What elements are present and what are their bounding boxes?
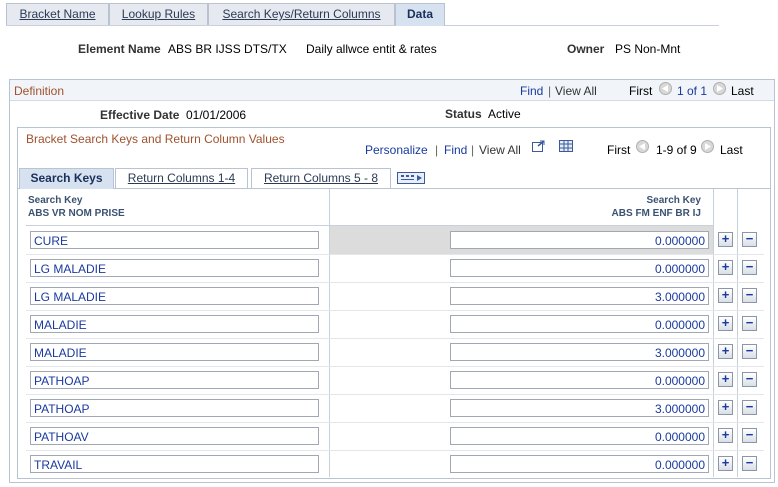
grid-tab-return-columns-1-4[interactable]: Return Columns 1-4 <box>115 168 248 188</box>
download-grid-icon[interactable] <box>559 140 573 152</box>
grid-find-link[interactable]: Find <box>444 143 467 157</box>
element-name-label: Element Name <box>78 42 161 56</box>
definition-first-label: First <box>629 84 653 98</box>
grid-tab-label: Return Columns 1-4 <box>127 171 236 185</box>
grid-title: Bracket Search Keys and Return Column Va… <box>26 132 285 146</box>
search-key-input[interactable]: LG MALADIE <box>30 287 319 305</box>
search-key-value-input[interactable]: 0.000000 <box>450 315 709 333</box>
owner-value: PS Non-Mnt <box>615 42 681 56</box>
previous-arrow-icon[interactable] <box>636 140 649 153</box>
definition-last-label: Last <box>731 84 754 98</box>
delete-row-button[interactable]: − <box>742 344 757 359</box>
separator: | <box>471 143 475 157</box>
separator: | <box>435 143 439 157</box>
tab-label: Lookup Rules <box>121 7 196 21</box>
new-window-icon[interactable] <box>532 140 546 152</box>
search-key-value-input[interactable]: 0.000000 <box>450 427 709 445</box>
grid-last-label: Last <box>720 143 743 157</box>
definition-find-link[interactable]: Find <box>520 84 543 98</box>
table-row: PATHOAV 0.000000 + − <box>26 422 764 451</box>
add-row-button[interactable]: + <box>718 344 733 359</box>
add-row-button[interactable]: + <box>718 260 733 275</box>
grid-tab-label: Search Keys <box>30 171 103 185</box>
add-row-button[interactable]: + <box>718 428 733 443</box>
table-row: PATHOAP 3.000000 + − <box>26 394 764 423</box>
tab-label: Bracket Name <box>19 7 96 21</box>
tab-label: Search Keys/Return Columns <box>222 7 381 21</box>
grid-tab-label: Return Columns 5 - 8 <box>263 171 379 185</box>
grid-tab-return-columns-5-8[interactable]: Return Columns 5 - 8 <box>251 168 391 188</box>
delete-row-button[interactable]: − <box>742 372 757 387</box>
add-row-button[interactable]: + <box>718 456 733 471</box>
column-header-line: Search Key <box>646 195 701 206</box>
delete-row-button[interactable]: − <box>742 316 757 331</box>
table-row: LG MALADIE 0.000000 + − <box>26 254 764 283</box>
search-key-value-input[interactable]: 3.000000 <box>450 399 709 417</box>
column-header-line: ABS FM ENF BR IJ <box>611 208 701 219</box>
tab-data[interactable]: Data <box>395 3 445 26</box>
tab-label: Data <box>406 7 433 21</box>
grid-view-all-link[interactable]: View All <box>479 143 521 157</box>
effective-date-label: Effective Date <box>100 108 180 122</box>
separator: | <box>548 84 552 98</box>
delete-row-button[interactable]: − <box>742 288 757 303</box>
search-key-input[interactable]: MALADIE <box>30 343 319 361</box>
definition-pager: 1 of 1 <box>677 84 708 98</box>
grid-tabs: Search Keys Return Columns 1-4 Return Co… <box>18 168 770 189</box>
next-arrow-icon[interactable] <box>713 82 726 95</box>
next-arrow-icon[interactable] <box>701 140 714 153</box>
search-key-value-input[interactable]: 0.000000 <box>450 231 709 249</box>
column-header-line: Search Key <box>28 195 83 206</box>
show-all-columns-icon[interactable] <box>397 172 425 184</box>
search-key-input[interactable]: TRAVAIL <box>30 455 319 473</box>
search-key-value-input[interactable]: 3.000000 <box>450 343 709 361</box>
add-row-button[interactable]: + <box>718 288 733 303</box>
search-key-value-input[interactable]: 0.000000 <box>450 371 709 389</box>
grid-pager: 1-9 of 9 <box>656 143 697 157</box>
add-row-button[interactable]: + <box>718 316 733 331</box>
search-key-value-input[interactable]: 0.000000 <box>450 455 709 473</box>
search-key-input[interactable]: MALADIE <box>30 315 319 333</box>
delete-row-button[interactable]: − <box>742 428 757 443</box>
delete-row-button[interactable]: − <box>742 232 757 247</box>
column-header-search-key-2[interactable]: Search Key ABS FM ENF BR IJ <box>330 189 713 226</box>
column-header-search-key-1[interactable]: Search Key ABS VR NOM PRISE <box>26 189 329 226</box>
add-row-button[interactable]: + <box>718 372 733 387</box>
grid-personalize-link[interactable]: Personalize <box>365 143 428 157</box>
search-key-value-input[interactable]: 3.000000 <box>450 287 709 305</box>
element-name-value: ABS BR IJSS DTS/TX <box>168 42 287 56</box>
delete-row-button[interactable]: − <box>742 260 757 275</box>
search-key-input[interactable]: PATHOAV <box>30 427 319 445</box>
page-tabs: Bracket Name Lookup Rules Search Keys/Re… <box>6 3 719 26</box>
definition-view-all-link[interactable]: View All <box>555 84 597 98</box>
tab-bracket-name[interactable]: Bracket Name <box>6 3 109 25</box>
grid-first-label: First <box>607 143 631 157</box>
search-key-input[interactable]: PATHOAP <box>30 371 319 389</box>
table-row: CURE 0.000000 + − <box>26 226 764 255</box>
effective-date-value: 01/01/2006 <box>186 108 247 122</box>
table-row: MALADIE 0.000000 + − <box>26 310 764 339</box>
add-row-button[interactable]: + <box>718 232 733 247</box>
table-row: LG MALADIE 3.000000 + − <box>26 282 764 311</box>
search-key-value-input[interactable]: 0.000000 <box>450 259 709 277</box>
previous-arrow-icon[interactable] <box>659 82 672 95</box>
element-description: Daily allwce entit & rates <box>306 42 437 56</box>
table-row: MALADIE 3.000000 + − <box>26 338 764 367</box>
grid-tab-search-keys[interactable]: Search Keys <box>19 168 114 189</box>
tab-lookup-rules[interactable]: Lookup Rules <box>109 3 208 25</box>
search-key-input[interactable]: LG MALADIE <box>30 259 319 277</box>
delete-row-button[interactable]: − <box>742 400 757 415</box>
search-key-input[interactable]: PATHOAP <box>30 399 319 417</box>
add-row-button[interactable]: + <box>718 400 733 415</box>
owner-label: Owner <box>567 42 605 56</box>
table-row: TRAVAIL 0.000000 + − <box>26 450 764 478</box>
table-row: PATHOAP 0.000000 + − <box>26 366 764 395</box>
status-value: Active <box>488 107 521 121</box>
tab-search-keys-return-columns[interactable]: Search Keys/Return Columns <box>208 3 395 25</box>
search-key-input[interactable]: CURE <box>30 231 319 249</box>
delete-row-button[interactable]: − <box>742 456 757 471</box>
status-label: Status <box>445 107 482 121</box>
definition-title: Definition <box>14 84 65 98</box>
column-header-line: ABS VR NOM PRISE <box>28 208 125 219</box>
